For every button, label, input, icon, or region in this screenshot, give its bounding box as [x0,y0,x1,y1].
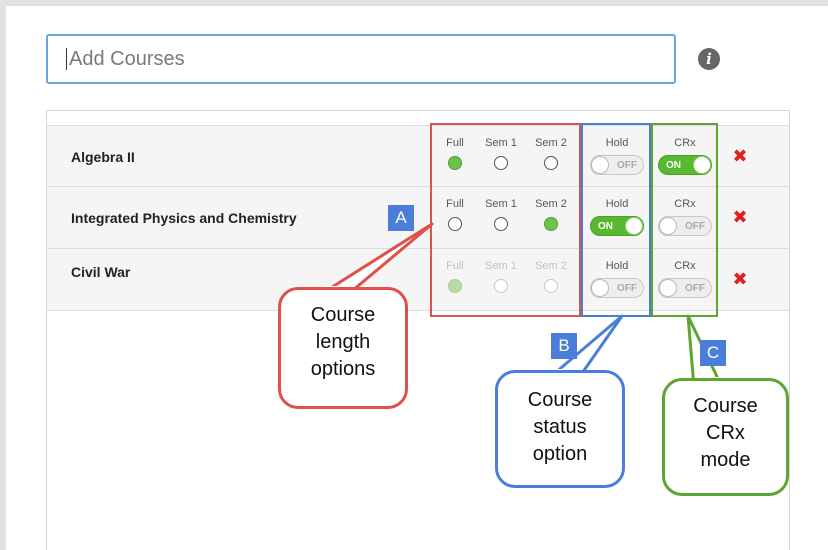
length-label-sem1: Sem 1 [485,137,517,149]
length-label-sem2: Sem 2 [535,137,567,149]
length-label-sem2: Sem 2 [535,198,567,210]
course-name: Integrated Physics and Chemistry [71,210,297,226]
hold-label: Hold [605,137,629,149]
radio-sem1-disabled [494,279,508,293]
length-label-sem1: Sem 1 [485,260,517,272]
toggle-state: ON [666,160,681,171]
crx-label: CRx [674,137,696,149]
course-row-integrated-physics: Integrated Physics and Chemistry Full Se… [47,187,789,249]
radio-sem2-disabled [544,279,558,293]
hold-label: Hold [605,198,629,210]
toggle-state: OFF [617,160,637,171]
crx-column: CRx OFF [655,198,715,236]
hold-toggle[interactable]: ON [590,216,644,236]
length-option-full[interactable]: Full [437,198,473,231]
radio-full-selected-disabled [448,279,462,293]
length-label-full: Full [446,137,464,149]
toggle-knob [591,156,609,174]
length-option-sem1[interactable]: Sem 1 [483,198,519,231]
toggle-knob [659,217,677,235]
window-frame-top [0,0,828,6]
length-option-sem1[interactable]: Sem 1 [483,137,519,170]
crx-toggle[interactable]: OFF [658,278,712,298]
hold-toggle[interactable]: OFF [590,278,644,298]
toggle-knob [693,156,711,174]
callout-line: length [315,331,371,353]
length-option-sem2: Sem 2 [533,260,569,293]
length-label-sem2: Sem 2 [535,260,567,272]
crx-toggle[interactable]: ON [658,155,712,175]
crx-label: CRx [674,260,696,272]
length-option-sem2[interactable]: Sem 2 [533,198,569,231]
length-label-full: Full [446,198,464,210]
length-option-sem1: Sem 1 [483,260,519,293]
length-option-sem2[interactable]: Sem 2 [533,137,569,170]
length-label-sem1: Sem 1 [485,198,517,210]
annotation-tag-c: C [700,340,726,366]
crx-label: CRx [674,198,696,210]
callout-line: Course [310,304,376,326]
radio-sem1[interactable] [494,156,508,170]
length-option-full[interactable]: Full [437,137,473,170]
callout-line: option [532,443,588,465]
radio-sem1[interactable] [494,217,508,231]
annotation-tag-b: B [551,333,577,359]
course-row-algebra-ii: Algebra II Full Sem 1 Sem 2 Hold OFF CRx… [47,125,789,187]
toggle-knob [591,279,609,297]
callout-line: Course [527,389,593,411]
callout-line: status [533,416,587,438]
callout-line: Course [693,395,758,417]
remove-course-icon[interactable]: ✖ [731,269,749,289]
toggle-state: OFF [685,221,705,232]
toggle-state: ON [598,221,613,232]
hold-column: Hold OFF [587,260,647,298]
add-courses-input[interactable] [69,47,649,71]
crx-column: CRx OFF [655,260,715,298]
hold-column: Hold ON [587,198,647,236]
toggle-knob [659,279,677,297]
callout-line: CRx [706,422,745,444]
radio-full[interactable] [448,217,462,231]
window-frame-left [0,0,6,550]
crx-column: CRx ON [655,137,715,175]
course-name: Civil War [71,264,131,280]
toggle-state: OFF [617,283,637,294]
callout-line: mode [700,449,751,471]
callout-line: options [310,358,376,380]
course-row-civil-war: Civil War Full Sem 1 Sem 2 Hold OFF CRx … [47,249,789,311]
callout-course-crx: Course CRx mode [662,378,789,496]
length-label-full: Full [446,260,464,272]
annotation-tag-a: A [388,205,414,231]
hold-label: Hold [605,260,629,272]
callout-course-status: Course status option [495,370,625,488]
radio-sem2-selected[interactable] [544,217,558,231]
toggle-state: OFF [685,283,705,294]
toggle-knob [625,217,643,235]
remove-course-icon[interactable]: ✖ [731,207,749,227]
crx-toggle[interactable]: OFF [658,216,712,236]
hold-column: Hold OFF [587,137,647,175]
text-caret [66,48,67,70]
course-name: Algebra II [71,149,135,165]
remove-course-icon[interactable]: ✖ [731,146,749,166]
radio-sem2[interactable] [544,156,558,170]
info-icon[interactable]: i [698,48,720,70]
hold-toggle[interactable]: OFF [590,155,644,175]
add-courses-field[interactable] [46,34,676,84]
radio-full-selected[interactable] [448,156,462,170]
length-option-full: Full [437,260,473,293]
callout-course-length: Course length options [278,287,408,409]
